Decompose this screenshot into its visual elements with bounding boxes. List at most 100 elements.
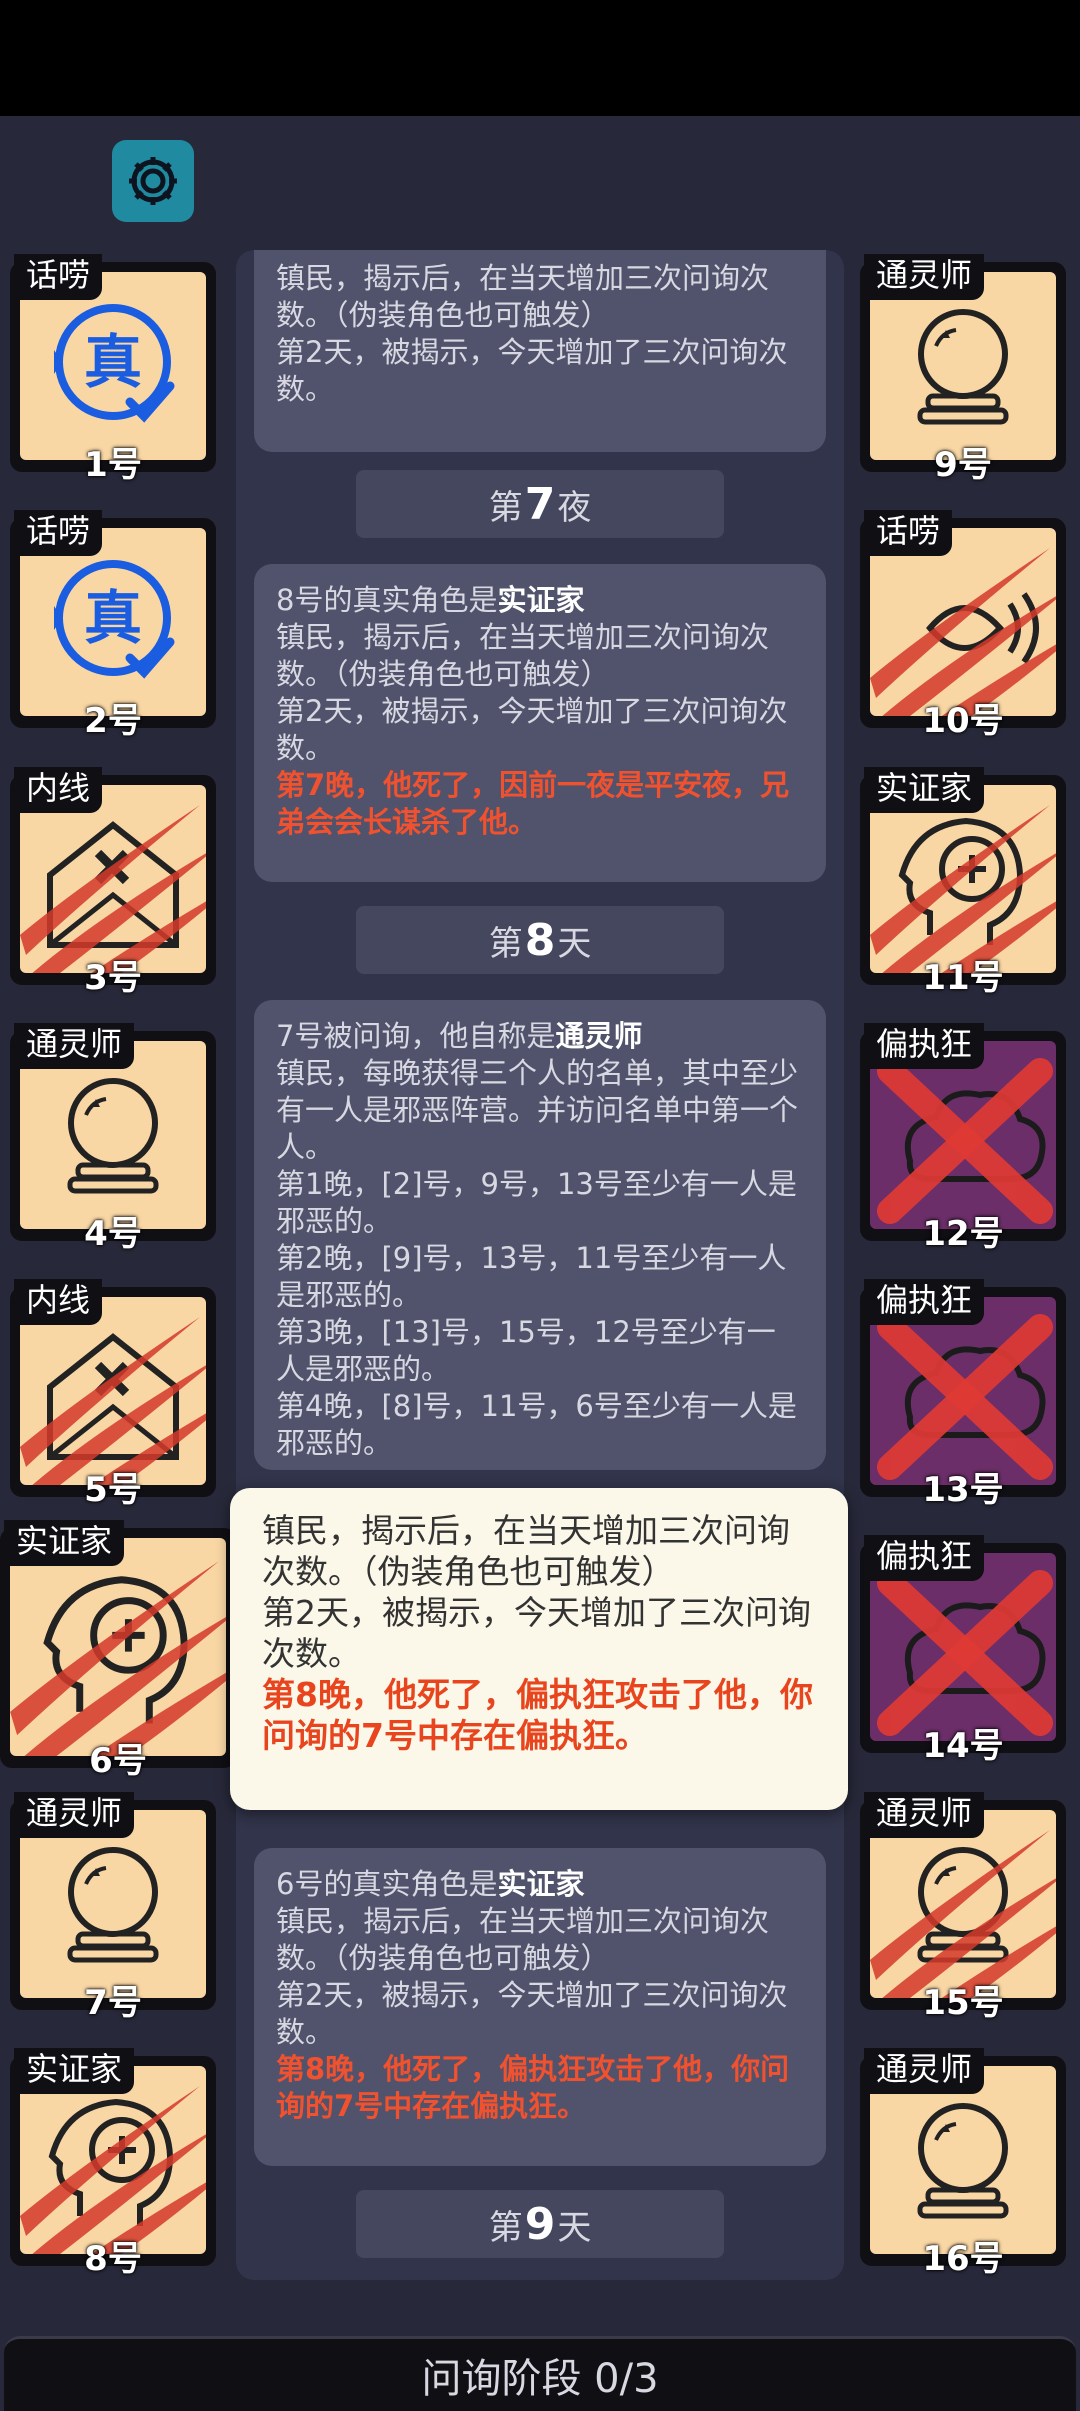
player-number: 5号 bbox=[84, 1470, 142, 1510]
tile-portrait bbox=[870, 272, 1056, 460]
log-card-text: 镇民，揭示后，在当天增加三次问询次数。（伪装角色也可触发） bbox=[276, 620, 770, 691]
player-number: 11号 bbox=[922, 958, 1004, 998]
tile-portrait bbox=[20, 528, 206, 716]
player-tile-7[interactable]: 通灵师 7号 bbox=[10, 1792, 216, 2023]
cloud-x-icon bbox=[870, 1041, 1056, 1229]
player-number: 15号 bbox=[922, 1983, 1004, 2023]
night-header: 第7夜 bbox=[356, 470, 724, 538]
role-tag: 通灵师 bbox=[14, 1023, 135, 1069]
player-number: 14号 bbox=[922, 1726, 1004, 1766]
inquiry-phase-bar: 问询阶段 0/3 bbox=[4, 2336, 1076, 2411]
head-plus-icon bbox=[10, 1561, 226, 1756]
header-number: 9 bbox=[524, 2198, 556, 2250]
log-card-text: 镇民，每晚获得三个人的名单，其中至少有一人是邪恶阵营。并访问名单中第一个人。 bbox=[276, 1056, 799, 1164]
gear-icon bbox=[129, 157, 177, 205]
player-number: 7号 bbox=[84, 1983, 142, 2023]
title-prefix: 6号的真实角色是 bbox=[276, 1867, 498, 1901]
player-tile-6-selected[interactable]: 实证家 6号 bbox=[0, 1520, 236, 1781]
tile-portrait bbox=[870, 785, 1056, 973]
player-tile-8[interactable]: 实证家 8号 bbox=[10, 2048, 216, 2279]
role-tag: 内线 bbox=[14, 1279, 103, 1325]
player-tile-16[interactable]: 通灵师 16号 bbox=[860, 2048, 1066, 2279]
role-tag: 通灵师 bbox=[864, 1792, 985, 1838]
player-tile-9[interactable]: 通灵师 9号 bbox=[860, 254, 1066, 485]
role-tag: 实证家 bbox=[14, 2048, 135, 2094]
log-card-text: 镇民，揭示后，在当天增加三次问询次数。（伪装角色也可触发） bbox=[276, 1904, 770, 1975]
cloud-x-icon bbox=[870, 1297, 1056, 1485]
cloud-x-icon bbox=[870, 1553, 1056, 1741]
log-card-death: 第7晚，他死了，因前一夜是平安夜，兄弟会会长谋杀了他。 bbox=[276, 768, 790, 839]
player-tile-2[interactable]: 话唠 2号 bbox=[10, 510, 216, 741]
log-card: 镇民，揭示后，在当天增加三次问询次数。（伪装角色也可触发） 第2天，被揭示，今天… bbox=[254, 250, 826, 452]
player-tile-10[interactable]: 话唠 10号 bbox=[860, 510, 1066, 741]
player-tile-14[interactable]: 偏执狂 14号 bbox=[860, 1535, 1066, 1766]
crystal-ball-icon bbox=[870, 1830, 1056, 1998]
role-tag: 偏执狂 bbox=[864, 1535, 985, 1581]
game-log-panel[interactable]: 镇民，揭示后，在当天增加三次问询次数。（伪装角色也可触发） 第2天，被揭示，今天… bbox=[236, 250, 844, 2280]
tile-portrait bbox=[20, 785, 206, 973]
head-plus-icon bbox=[20, 2086, 206, 2254]
player-tile-4[interactable]: 通灵师 4号 bbox=[10, 1023, 216, 1254]
player-tile-12[interactable]: 偏执狂 12号 bbox=[860, 1023, 1066, 1254]
settings-button[interactable] bbox=[112, 140, 194, 222]
player-number: 4号 bbox=[84, 1214, 142, 1254]
crystal-ball-icon bbox=[870, 272, 1056, 460]
log-card-title: 8号的真实角色是实证家 bbox=[276, 582, 804, 619]
crystal-ball-icon bbox=[20, 1810, 206, 1998]
crystal-ball-icon bbox=[870, 2066, 1056, 2254]
player-tile-11[interactable]: 实证家 11号 bbox=[860, 767, 1066, 998]
tile-portrait bbox=[20, 1041, 206, 1229]
truth-speech-icon bbox=[20, 528, 206, 716]
player-number: 13号 bbox=[922, 1470, 1004, 1510]
player-tile-5[interactable]: 内线 5号 bbox=[10, 1279, 216, 1510]
role-tag: 话唠 bbox=[14, 254, 103, 300]
tile-portrait bbox=[20, 1297, 206, 1485]
tile-portrait bbox=[870, 2066, 1056, 2254]
role-tag: 话唠 bbox=[864, 510, 953, 556]
role-tag: 实证家 bbox=[4, 1520, 125, 1566]
role-tag: 偏执狂 bbox=[864, 1279, 985, 1325]
log-card-text: 第1晚，[2]号，9号，13号至少有一人是邪恶的。 bbox=[276, 1167, 797, 1238]
header-suffix: 夜 bbox=[557, 487, 592, 528]
player-number: 3号 bbox=[84, 958, 142, 998]
popup-text: 镇民，揭示后，在当天增加三次问询次数。（伪装角色也可触发） bbox=[262, 1511, 790, 1591]
player-number: 9号 bbox=[934, 445, 992, 485]
role-info-popup: 镇民，揭示后，在当天增加三次问询次数。（伪装角色也可触发） 第2天，被揭示，今天… bbox=[230, 1488, 848, 1810]
title-prefix: 8号的真实角色是 bbox=[276, 583, 498, 617]
player-tile-1[interactable]: 话唠 1号 bbox=[10, 254, 216, 485]
log-card-text: 第2天，被揭示，今天增加了三次问询次数。 bbox=[276, 1978, 788, 2049]
player-tile-3[interactable]: 内线 3号 bbox=[10, 767, 216, 998]
role-tag: 通灵师 bbox=[864, 2048, 985, 2094]
tile-portrait bbox=[10, 1538, 226, 1756]
player-tile-15[interactable]: 通灵师 15号 bbox=[860, 1792, 1066, 2023]
crystal-ball-icon bbox=[20, 1041, 206, 1229]
role-tag: 实证家 bbox=[864, 767, 985, 813]
player-number: 12号 bbox=[922, 1214, 1004, 1254]
envelope-x-icon bbox=[20, 805, 206, 973]
day-header: 第8天 bbox=[356, 906, 724, 974]
log-card-title: 7号被问询，他自称是通灵师 bbox=[276, 1018, 804, 1055]
popup-death-text: 第8晚，他死了，偏执狂攻击了他，你问询的7号中存在偏执狂。 bbox=[262, 1675, 813, 1755]
player-tile-13[interactable]: 偏执狂 13号 bbox=[860, 1279, 1066, 1510]
header-suffix: 天 bbox=[557, 923, 592, 964]
truth-speech-icon bbox=[20, 272, 206, 460]
status-bar bbox=[0, 0, 1080, 116]
log-card-title: 6号的真实角色是实证家 bbox=[276, 1866, 804, 1903]
player-number: 2号 bbox=[84, 701, 142, 741]
header-prefix: 第 bbox=[488, 2207, 523, 2248]
role-tag: 话唠 bbox=[14, 510, 103, 556]
log-card-text: 第2天，被揭示，今天增加了三次问询次数。 bbox=[276, 694, 788, 765]
popup-text: 第2天，被揭示，今天增加了三次问询次数。 bbox=[262, 1593, 811, 1673]
player-number: 6号 bbox=[89, 1741, 147, 1781]
player-number: 1号 bbox=[84, 445, 142, 485]
role-tag: 偏执狂 bbox=[864, 1023, 985, 1069]
role-tag: 内线 bbox=[14, 767, 103, 813]
day-header: 第9天 bbox=[356, 2190, 724, 2258]
speech-waves-icon bbox=[870, 548, 1056, 716]
log-card-text: 第4晚，[8]号，11号，6号至少有一人是邪恶的。 bbox=[276, 1389, 797, 1460]
player-number: 10号 bbox=[922, 701, 1004, 741]
log-card-text: 第2天，被揭示，今天增加了三次问询次数。 bbox=[276, 335, 788, 406]
tile-portrait bbox=[20, 272, 206, 460]
envelope-x-icon bbox=[20, 1317, 206, 1485]
log-card-text: 第3晚，[13]号，15号，12号至少有一人是邪恶的。 bbox=[276, 1315, 776, 1386]
